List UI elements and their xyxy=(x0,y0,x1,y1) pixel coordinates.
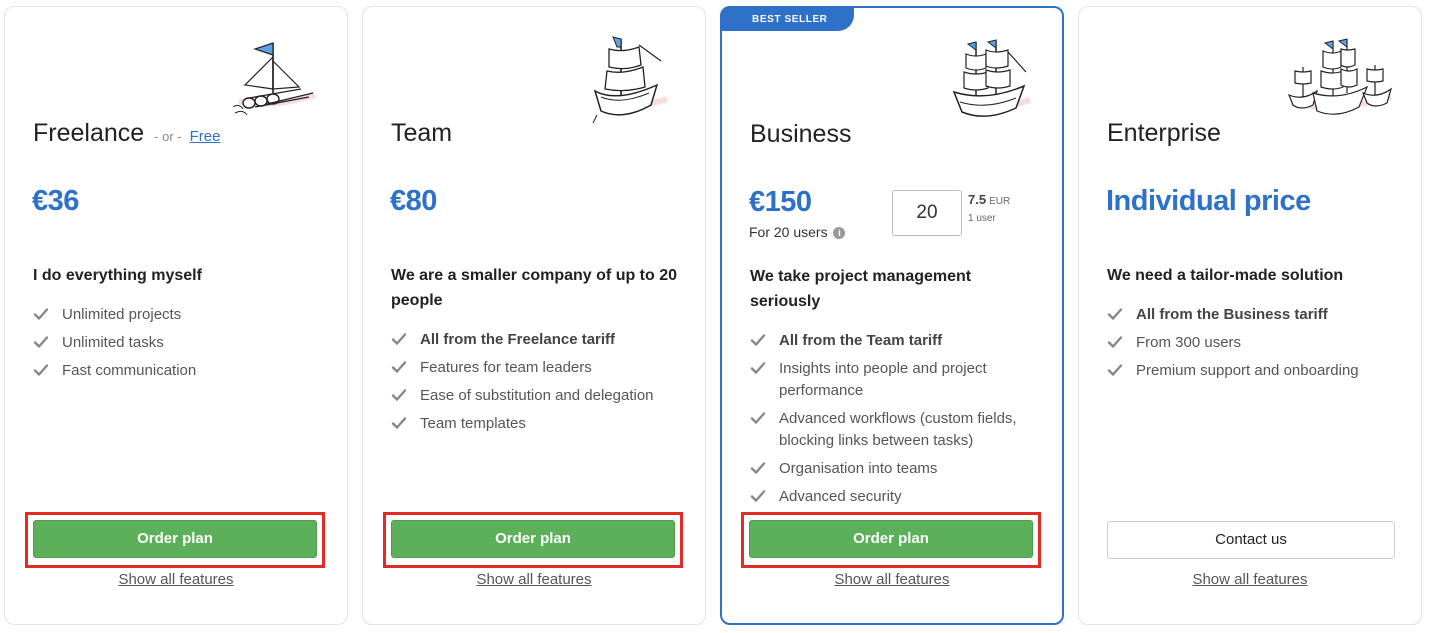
plan-title: Business xyxy=(750,120,851,149)
order-button-highlight: Order plan xyxy=(25,512,325,568)
show-all-features-link[interactable]: Show all features xyxy=(5,571,347,588)
feature-item: Fast communication xyxy=(33,360,333,382)
raft-illustration-icon xyxy=(232,42,316,116)
plan-price: Individual price xyxy=(1106,185,1311,217)
plan-card-business: BEST SELLER Business €150 For 20 users i… xyxy=(720,6,1064,625)
checkmark-icon xyxy=(391,387,407,403)
free-plan-link[interactable]: Free xyxy=(190,128,221,145)
plan-name: Enterprise xyxy=(1107,119,1221,147)
feature-item: From 300 users xyxy=(1107,332,1407,354)
order-plan-button[interactable]: Order plan xyxy=(749,520,1033,558)
order-plan-button[interactable]: Order plan xyxy=(33,520,317,558)
feature-item: Advanced workflows (custom fields, block… xyxy=(750,408,1050,452)
feature-item: Insights into people and project perform… xyxy=(750,358,1050,402)
checkmark-icon xyxy=(750,332,766,348)
feature-item: Unlimited tasks xyxy=(33,332,333,354)
or-separator: - or - xyxy=(154,129,182,144)
checkmark-icon xyxy=(33,362,49,378)
checkmark-icon xyxy=(750,360,766,376)
feature-item: All from the Freelance tariff xyxy=(391,329,691,351)
feature-item: All from the Business tariff xyxy=(1107,304,1407,326)
ship-illustration-icon xyxy=(592,36,668,123)
feature-item: Team templates xyxy=(391,413,691,435)
plan-name: Team xyxy=(391,119,453,147)
plan-title: Freelance - or - Free xyxy=(33,119,220,148)
plan-description: I do everything myself xyxy=(33,267,202,284)
feature-list: All from the Business tariff From 300 us… xyxy=(1107,304,1407,388)
feature-item: All from the Team tariff xyxy=(750,330,1050,352)
contact-us-button[interactable]: Contact us xyxy=(1107,521,1395,559)
pricing-cards: Freelance - or - Free €36 I do everything … xyxy=(0,0,1431,633)
plan-title: Team xyxy=(391,119,452,148)
info-icon[interactable]: i xyxy=(833,227,846,239)
feature-list: All from the Freelance tariff Features f… xyxy=(391,329,691,441)
plan-card-enterprise: Enterprise Individual price We need a ta… xyxy=(1078,6,1422,625)
fleet-illustration-icon xyxy=(1287,38,1393,115)
plan-price: €36 xyxy=(32,185,79,217)
plan-price: €80 xyxy=(390,185,437,217)
plan-title: Enterprise xyxy=(1107,119,1221,148)
checkmark-icon xyxy=(750,460,766,476)
checkmark-icon xyxy=(391,359,407,375)
order-button-highlight: Order plan xyxy=(741,512,1041,568)
feature-list: All from the Team tariff Insights into p… xyxy=(750,330,1050,514)
order-button-highlight: Order plan xyxy=(383,512,683,568)
feature-item: Features for team leaders xyxy=(391,357,691,379)
unit-price: 7.5 EUR xyxy=(968,192,1011,207)
show-all-features-link[interactable]: Show all features xyxy=(1079,571,1421,588)
feature-item: Organisation into teams xyxy=(750,458,1050,480)
checkmark-icon xyxy=(1107,334,1123,350)
unit-label: 1 user xyxy=(968,213,996,224)
checkmark-icon xyxy=(33,306,49,322)
order-plan-button[interactable]: Order plan xyxy=(391,520,675,558)
best-seller-badge: BEST SELLER xyxy=(720,6,854,31)
checkmark-icon xyxy=(1107,362,1123,378)
show-all-features-link[interactable]: Show all features xyxy=(722,571,1062,588)
checkmark-icon xyxy=(391,331,407,347)
plan-name: Freelance xyxy=(33,119,145,147)
checkmark-icon xyxy=(750,410,766,426)
plan-description: We need a tailor-made solution xyxy=(1107,267,1344,284)
feature-item: Premium support and onboarding xyxy=(1107,360,1407,382)
show-all-features-link[interactable]: Show all features xyxy=(363,571,705,588)
checkmark-icon xyxy=(750,488,766,504)
plan-card-freelance: Freelance - or - Free €36 I do everything … xyxy=(4,6,348,625)
galleon-illustration-icon xyxy=(952,39,1031,117)
feature-item: Ease of substitution and delegation xyxy=(391,385,691,407)
feature-list: Unlimited projects Unlimited tasks Fast … xyxy=(33,304,333,388)
plan-price: €150 xyxy=(749,186,812,218)
checkmark-icon xyxy=(1107,306,1123,322)
feature-item: Advanced security xyxy=(750,486,1050,508)
plan-description: We are a smaller company of up to 20 peo… xyxy=(391,267,678,309)
feature-item: Unlimited projects xyxy=(33,304,333,326)
checkmark-icon xyxy=(391,415,407,431)
checkmark-icon xyxy=(33,334,49,350)
plan-description: We take project management seriously xyxy=(750,268,972,310)
plan-card-team: Team €80 We are a smaller company of up … xyxy=(362,6,706,625)
users-note: For 20 users i xyxy=(749,224,846,240)
plan-name: Business xyxy=(750,120,852,148)
user-count-input[interactable]: 20 xyxy=(892,190,962,236)
